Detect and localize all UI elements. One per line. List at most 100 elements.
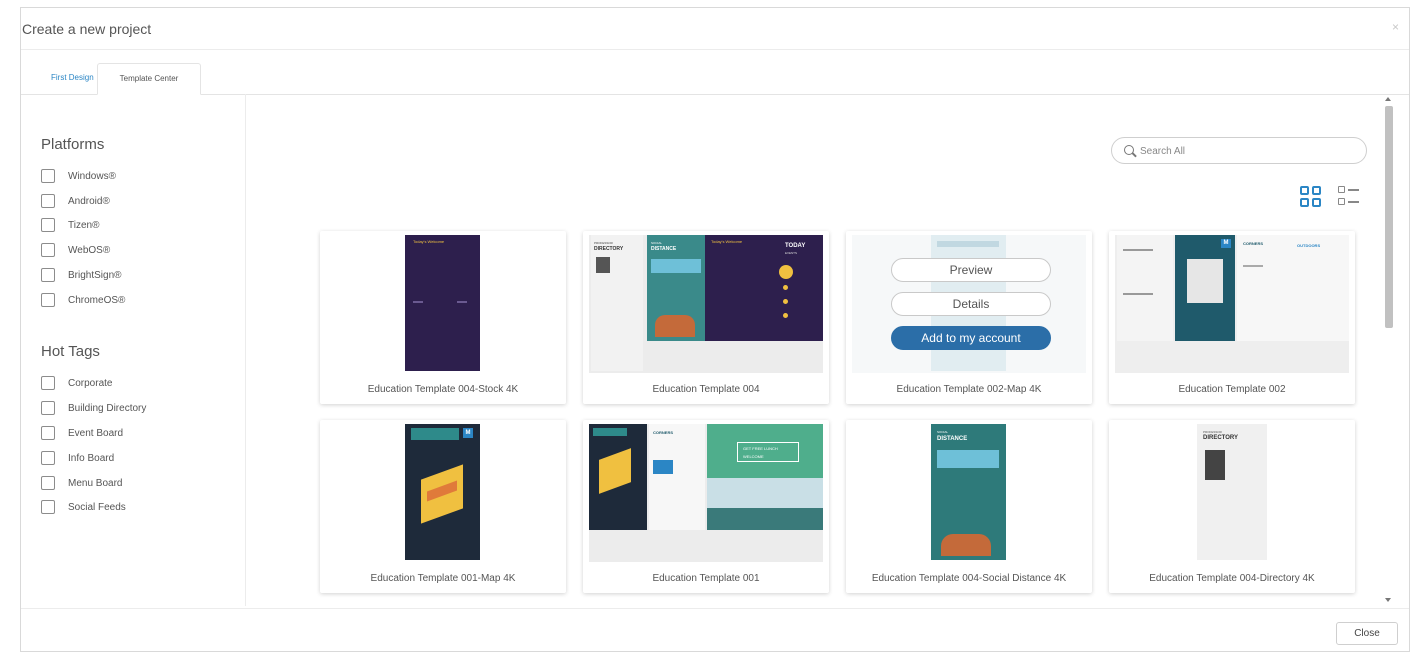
search-input[interactable] (1140, 142, 1355, 160)
poster-heading: DIRECTORY (594, 246, 624, 252)
poster-line (1243, 265, 1263, 267)
template-card[interactable]: M CORNERS OUTDOORS Education Template 00… (1109, 231, 1355, 404)
template-card[interactable]: SOCIAL DISTANCE Education Template 004-S… (846, 420, 1092, 593)
checkbox[interactable] (41, 169, 55, 183)
poster (589, 424, 647, 530)
scroll-down-icon[interactable] (1385, 598, 1391, 602)
filter-label: Corporate (68, 377, 113, 389)
poster-block (653, 460, 673, 474)
filter-tizen[interactable]: Tizen® (41, 217, 99, 233)
checkbox[interactable] (41, 476, 55, 490)
checkbox[interactable] (41, 218, 55, 232)
filter-windows[interactable]: Windows® (41, 168, 116, 184)
poster-subheading: PROFESSOR (1203, 430, 1222, 434)
close-button[interactable]: Close (1336, 622, 1398, 645)
poster-heading: DIRECTORY (1203, 435, 1239, 441)
list-view-icon[interactable] (1338, 186, 1360, 208)
poster-logo: M (463, 428, 473, 438)
filter-label: WebOS® (68, 244, 111, 256)
template-card[interactable]: CORNERS GET FREE LUNCH WELCOME Education… (583, 420, 829, 593)
template-card[interactable]: Preview Details Add to my account Educat… (846, 231, 1092, 404)
template-card[interactable]: PROFESSOR DIRECTORY Education Template 0… (1109, 420, 1355, 593)
template-name: Education Template 001 (652, 573, 760, 584)
checkbox[interactable] (41, 426, 55, 440)
checkbox[interactable] (41, 243, 55, 257)
close-icon[interactable]: × (1392, 20, 1399, 34)
poster-heading: CORNERS (653, 430, 674, 435)
grid-cell (1300, 198, 1309, 207)
poster-moon (779, 265, 793, 279)
poster-band (593, 428, 627, 436)
checkbox[interactable] (41, 500, 55, 514)
poster-subheading: EVENTS (785, 251, 798, 255)
checkbox[interactable] (41, 293, 55, 307)
tab-template-center[interactable]: Template Center (97, 63, 201, 95)
template-card[interactable]: PROFESSOR DIRECTORY SOCIAL DISTANCE Toda… (583, 231, 829, 404)
poster-band (937, 450, 999, 468)
template-thumbnail: Preview Details Add to my account (852, 235, 1086, 373)
footer-divider (21, 608, 1409, 609)
filter-android[interactable]: Android® (41, 193, 110, 209)
poster: M (405, 424, 480, 560)
filter-corporate[interactable]: Corporate (41, 375, 112, 391)
poster-subheading: PROFESSOR (594, 241, 613, 245)
checkbox[interactable] (41, 451, 55, 465)
poster-heading: Today's Welcome (413, 239, 445, 244)
template-thumbnail: PROFESSOR DIRECTORY SOCIAL DISTANCE Toda… (589, 235, 823, 373)
checkbox[interactable] (41, 376, 55, 390)
checkbox[interactable] (41, 194, 55, 208)
poster-band (411, 428, 459, 440)
details-button[interactable]: Details (891, 292, 1051, 316)
template-name: Education Template 002 (1178, 384, 1286, 395)
template-name: Education Template 004 (652, 384, 760, 395)
hot-tags-heading: Hot Tags (41, 343, 100, 360)
search-box[interactable] (1111, 137, 1367, 164)
poster-heading: OUTDOORS (1297, 243, 1321, 248)
poster: CORNERS OUTDOORS (1237, 235, 1349, 341)
list-square (1338, 198, 1345, 205)
filter-building-directory[interactable]: Building Directory (41, 400, 146, 416)
filter-label: Info Board (68, 452, 115, 464)
template-card[interactable]: Today's Welcome Education Template 004-S… (320, 231, 566, 404)
grid-view-icon[interactable] (1300, 186, 1322, 208)
poster-illustration (655, 315, 695, 337)
filter-menu-board[interactable]: Menu Board (41, 475, 122, 491)
filter-label: Android® (68, 195, 110, 207)
filter-sidebar: Platforms Windows® Android® Tizen® WebOS… (21, 96, 243, 606)
filter-social-feeds[interactable]: Social Feeds (41, 499, 126, 515)
filter-info-board[interactable]: Info Board (41, 450, 114, 466)
tab-bar: First Design Template Center (21, 63, 1409, 95)
poster (707, 478, 823, 530)
filter-brightsign[interactable]: BrightSign® (41, 267, 122, 283)
poster-band (651, 259, 701, 273)
poster-line (457, 301, 467, 303)
poster-logo: M (1221, 239, 1231, 248)
add-to-account-button[interactable]: Add to my account (891, 326, 1051, 350)
filter-event-board[interactable]: Event Board (41, 425, 123, 441)
poster: GET FREE LUNCH WELCOME (707, 424, 823, 478)
platforms-heading: Platforms (41, 136, 105, 153)
filter-label: ChromeOS® (68, 294, 126, 306)
poster-line (413, 301, 423, 303)
template-card[interactable]: M Education Template 001-Map 4K (320, 420, 566, 593)
grid-cell (1312, 186, 1321, 195)
scrollbar-thumb[interactable] (1385, 106, 1393, 328)
poster-subheading: SOCIAL (937, 430, 949, 434)
tab-first-design[interactable]: First Design (41, 63, 104, 95)
poster: Today's Welcome (405, 235, 480, 371)
template-thumbnail: CORNERS GET FREE LUNCH WELCOME (589, 424, 823, 562)
checkbox[interactable] (41, 401, 55, 415)
gallery-scrollbar[interactable] (1382, 94, 1395, 606)
poster-photo (596, 257, 610, 273)
filter-chromeos[interactable]: ChromeOS® (41, 292, 125, 308)
poster-illustration (941, 534, 991, 556)
poster-map (599, 448, 631, 494)
checkbox[interactable] (41, 268, 55, 282)
preview-button[interactable]: Preview (891, 258, 1051, 282)
poster-illustration (1187, 259, 1223, 303)
list-square (1338, 186, 1345, 193)
poster-dot (783, 299, 788, 304)
grid-cell (1300, 186, 1309, 195)
scroll-up-icon[interactable] (1385, 97, 1391, 101)
filter-webos[interactable]: WebOS® (41, 242, 110, 258)
